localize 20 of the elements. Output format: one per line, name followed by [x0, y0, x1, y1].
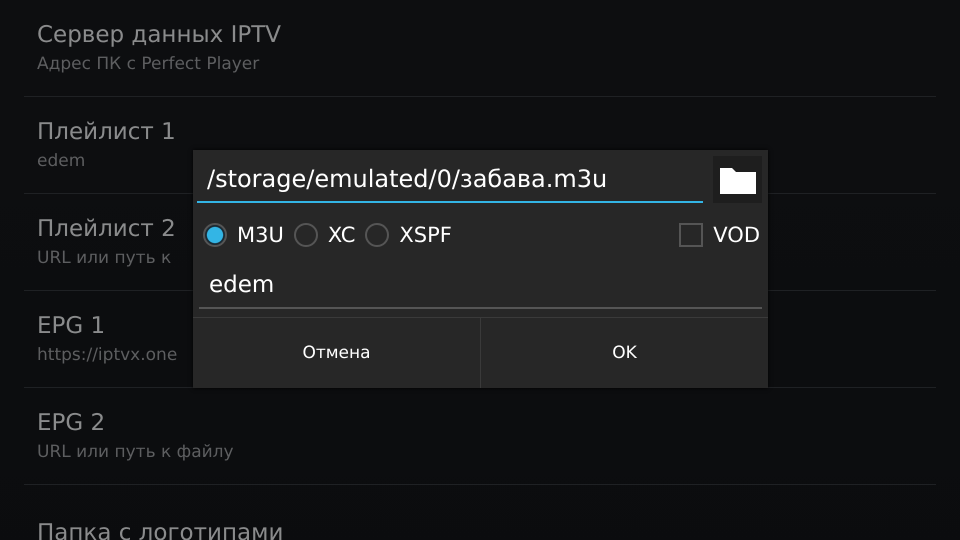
setting-title: EPG 1	[37, 313, 106, 339]
name-field[interactable]: edem	[199, 263, 762, 309]
setting-title: Папка с логотипами	[37, 520, 284, 540]
setting-title: Сервер данных IPTV	[37, 22, 282, 48]
cancel-button[interactable]: Отмена	[193, 318, 480, 388]
setting-title: Плейлист 2	[37, 216, 176, 242]
setting-subtitle: Адрес ПК с Perfect Player	[37, 54, 260, 74]
ok-button[interactable]: OK	[480, 318, 768, 388]
vod-checkbox[interactable]: VOD	[679, 223, 760, 247]
setting-title: Плейлист 1	[37, 119, 176, 145]
format-radio[interactable]: M3U	[203, 223, 284, 247]
format-radio[interactable]: XSPF	[365, 223, 452, 247]
setting-subtitle: URL или путь к	[37, 248, 172, 268]
setting-subtitle: https://iptvx.one	[37, 345, 178, 365]
format-radio[interactable]: XC	[294, 223, 356, 247]
folder-button[interactable]	[713, 156, 762, 203]
setting-subtitle: URL или путь к файлу	[37, 442, 234, 462]
setting-subtitle: edem	[37, 151, 86, 171]
setting-title: EPG 2	[37, 410, 106, 436]
path-field[interactable]: /storage/emulated/0/забава.m3u	[197, 156, 703, 202]
